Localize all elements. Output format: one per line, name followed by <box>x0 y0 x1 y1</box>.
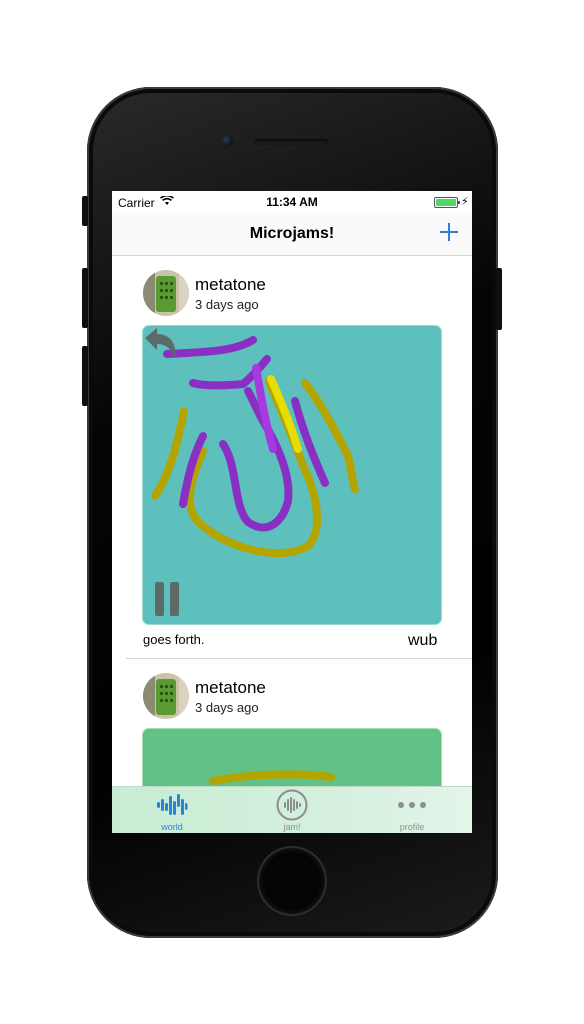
app-screen: Carrier 11:34 AM ⚡ Microjams! metatone 3… <box>112 191 472 833</box>
jam-caption: goes forth. <box>143 632 205 647</box>
home-button[interactable] <box>259 848 325 914</box>
front-camera <box>221 135 233 147</box>
username[interactable]: metatone <box>195 678 266 698</box>
feed-item: metatone 3 days ago <box>112 659 472 786</box>
tab-jam[interactable]: jam! <box>232 787 352 833</box>
jam-drawing <box>151 336 359 557</box>
jam-performance-canvas[interactable] <box>143 729 441 786</box>
pause-icon[interactable] <box>155 582 181 616</box>
jam-drawing <box>209 770 335 785</box>
reply-arrow-icon[interactable] <box>143 326 179 362</box>
volume-down-button <box>82 346 88 406</box>
page-title: Microjams! <box>249 225 335 242</box>
timestamp: 3 days ago <box>195 297 259 312</box>
tab-label: profile <box>399 822 425 832</box>
avatar[interactable] <box>143 270 189 316</box>
tab-world[interactable]: world <box>112 787 232 833</box>
more-dots-icon <box>398 802 426 808</box>
mute-switch <box>82 196 88 226</box>
timestamp: 3 days ago <box>195 700 259 715</box>
charging-bolt-icon: ⚡ <box>461 196 469 208</box>
avatar[interactable] <box>143 673 189 719</box>
volume-up-button <box>82 268 88 328</box>
jam-feed[interactable]: metatone 3 days ago goes forth. wub meta… <box>112 256 472 786</box>
tab-bar: world jam! profile <box>112 786 472 833</box>
username[interactable]: metatone <box>195 275 266 295</box>
earpiece-speaker <box>255 139 328 145</box>
jam-performance-canvas[interactable] <box>143 326 441 624</box>
status-bar: Carrier 11:34 AM ⚡ <box>112 191 472 213</box>
tab-label: world <box>161 822 183 832</box>
world-waveform-icon <box>157 794 188 815</box>
jam-waveform-icon <box>276 789 308 821</box>
feed-item: metatone 3 days ago <box>112 256 472 658</box>
plus-icon[interactable] <box>436 219 462 245</box>
navigation-bar: Microjams! <box>112 213 472 256</box>
clock: 11:34 AM <box>266 195 318 209</box>
tab-label: jam! <box>283 822 301 832</box>
tab-profile[interactable]: profile <box>352 787 472 833</box>
power-button <box>496 268 502 330</box>
battery-icon <box>434 197 460 208</box>
instrument-label: wub <box>408 632 438 649</box>
